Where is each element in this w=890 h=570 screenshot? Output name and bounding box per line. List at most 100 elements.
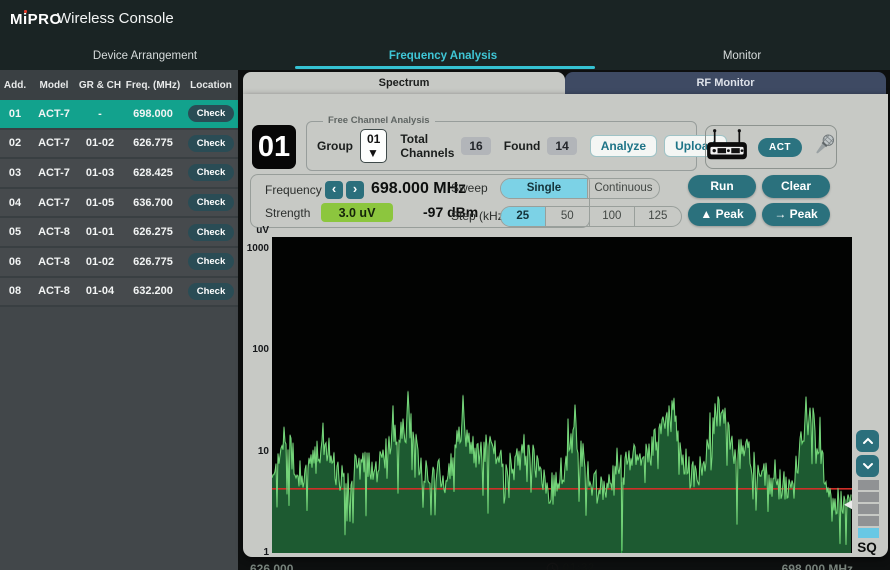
check-button[interactable]: Check [188,253,234,270]
mipro-logo: MiPRO [10,11,62,28]
cell-grch: 01-01 [78,226,122,238]
cell-model: ACT-8 [30,256,78,268]
cell-model: ACT-7 [30,167,78,179]
cell-grch: - [78,108,122,120]
squelch-down-button[interactable] [856,455,879,477]
main-tab-bar: Device Arrangement Frequency Analysis Mo… [0,40,890,70]
cell-grch: 01-02 [78,137,122,149]
cell-freq: 626.775 [122,137,184,149]
table-row[interactable]: 01ACT-7-698.000 Check [0,100,238,130]
step-segmented-control: 2550100125 [500,206,682,227]
squelch-segment-off [858,480,879,490]
col-header-freq: Freq. (MHz) [122,80,184,91]
col-header-location: Location [184,80,238,91]
check-button[interactable]: Check [188,224,234,241]
run-button[interactable]: Run [688,175,756,198]
cell-freq: 632.200 [122,285,184,297]
tab-frequency-analysis[interactable]: Frequency Analysis [333,46,553,66]
peak-up-button[interactable]: ▲ Peak [688,203,756,226]
strength-uv-value: 3.0 uV [321,203,393,222]
step-option-100[interactable]: 100 [590,207,635,226]
cell-add: 01 [0,108,30,120]
frequency-analysis-panel: RF Monitor Spectrum 01 Free Channel Anal… [243,72,888,557]
receiver-icon [705,127,749,168]
mipro-logo-dot [24,10,27,13]
table-row[interactable]: 05ACT-801-01626.275Check [0,218,238,248]
found-value: 14 [547,137,576,155]
sweep-segmented-control: SingleContinuous [500,178,660,199]
col-header-add: Add. [0,80,30,91]
table-row[interactable]: 02ACT-701-02626.775Check [0,130,238,160]
y-tick-label: 1 [243,547,269,558]
frequency-label: Frequency [265,183,322,197]
spectrum-panel-body: 01 Free Channel Analysis Group 01 ▼ Tota… [243,94,888,557]
table-row[interactable]: 08ACT-801-04632.200 Check [0,278,238,308]
table-row[interactable]: 06ACT-801-02626.775 Check [0,248,238,278]
y-tick-label: 100 [243,344,269,355]
col-header-model: Model [30,80,78,91]
peak-next-button[interactable]: → Peak [762,203,830,226]
channel-number-display: 01 [252,125,296,169]
microphone-icon [811,130,837,165]
cell-model: ACT-7 [30,197,78,209]
spectrum-plot[interactable] [272,237,852,553]
cell-freq: 628.425 [122,167,184,179]
device-type-box: ACT [705,125,837,169]
squelch-segment-off [858,516,879,526]
cell-add: 06 [0,256,30,268]
check-button[interactable]: Check [188,194,234,211]
active-tab-underline [295,66,595,69]
step-option-25[interactable]: 25 [501,207,546,226]
squelch-up-button[interactable] [856,430,879,452]
col-header-grch: GR & CH [78,80,122,91]
clear-button[interactable]: Clear [762,175,830,198]
free-channel-analysis-group: Free Channel Analysis Group 01 ▼ Total C… [306,121,697,171]
cell-freq: 626.775 [122,256,184,268]
device-table-body: 01ACT-7-698.000Check02ACT-701-02626.775C… [0,100,238,307]
clock-icon [546,562,559,570]
check-button[interactable]: Check [188,283,234,300]
cell-grch: 01-05 [78,197,122,209]
tab-monitor[interactable]: Monitor [632,46,852,66]
frequency-prev-button[interactable]: ‹ [325,181,343,199]
cell-grch: 01-02 [78,256,122,268]
step-option-50[interactable]: 50 [546,207,591,226]
cell-grch: 01-03 [78,167,122,179]
sweep-option-continuous[interactable]: Continuous [588,179,659,198]
sweep-option-single[interactable]: Single [501,179,588,198]
tab-rf-monitor[interactable]: RF Monitor [565,72,886,95]
frequency-next-button[interactable]: › [346,181,364,199]
check-button[interactable]: Check [188,135,234,152]
cell-model: ACT-7 [30,108,78,120]
x-axis-end-label: 698.000 MHz [753,562,853,570]
sweep-time: 01:32 [520,561,620,570]
cell-add: 08 [0,285,30,297]
group-label: Group [317,139,353,153]
analyze-button[interactable]: Analyze [590,135,657,157]
sweep-label: Sweep [451,181,488,195]
group-dropdown[interactable]: 01 ▼ [360,129,387,163]
wireless-console-window: MiPRO Wireless Console Device Arrangemen… [0,0,890,570]
squelch-label: SQ [852,540,882,555]
x-axis-start-label: 626.000 [250,562,293,570]
tab-spectrum[interactable]: Spectrum [243,72,565,95]
tab-device-arrangement[interactable]: Device Arrangement [35,46,255,66]
act-sync-button[interactable]: ACT [758,138,802,157]
table-row[interactable]: 03ACT-701-03628.425Check [0,159,238,189]
cell-grch: 01-04 [78,285,122,297]
cell-freq: 636.700 [122,197,184,209]
total-channels-label: Total Channels [400,132,454,160]
sweep-time-value: 01:32 [563,561,595,570]
squelch-segment-on [858,528,879,538]
table-row[interactable]: 04ACT-701-05636.700Check [0,189,238,219]
step-option-125[interactable]: 125 [635,207,681,226]
cell-add: 02 [0,137,30,149]
check-button[interactable]: Check [188,164,234,181]
check-button[interactable]: Check [188,105,234,122]
total-channels-value: 16 [461,137,490,155]
title-bar: MiPRO Wireless Console [0,0,890,40]
cell-model: ACT-8 [30,285,78,297]
squelch-segment-off [858,492,879,502]
cell-freq: 698.000 [122,108,184,120]
y-tick-label: 1000 [243,243,269,254]
